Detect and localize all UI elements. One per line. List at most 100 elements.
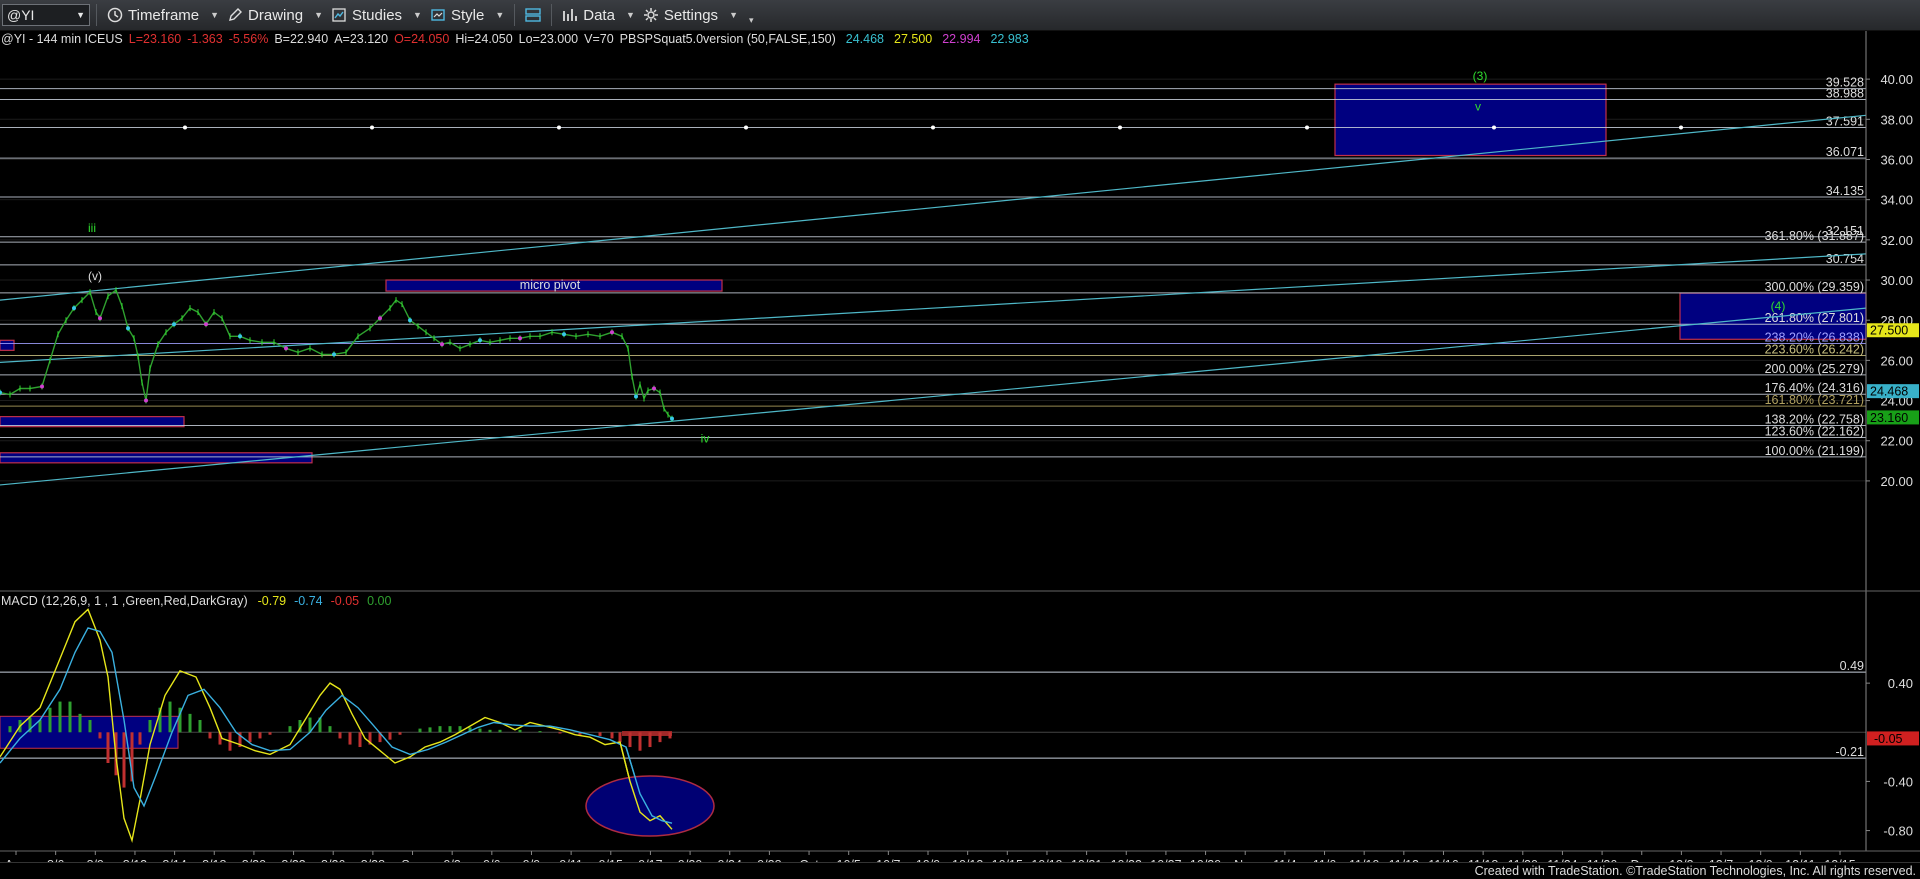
study-value-2: 27.500: [894, 32, 932, 46]
drawing-label: Drawing: [248, 6, 304, 24]
settings-menu[interactable]: Settings ▼ ▾: [639, 5, 758, 26]
macd-level-label: -0.21: [1836, 745, 1865, 759]
symbol-input[interactable]: @YI ▼: [2, 4, 90, 26]
hist-value: -0.05: [331, 594, 360, 608]
fib-label: 36.071: [1826, 145, 1864, 159]
price-tag-label: 24.468: [1870, 385, 1908, 399]
wave-label: (v): [88, 269, 102, 283]
price-tag-label: 23.160: [1870, 411, 1908, 425]
price-marker: [204, 322, 208, 327]
caret-down-icon: ▼: [210, 10, 220, 20]
fib-label: 123.60% (22.162): [1765, 424, 1864, 438]
caret-down-icon: ▼: [729, 10, 738, 20]
chart-area[interactable]: 39.52838.98837.59136.07134.13532.151361.…: [0, 31, 1920, 879]
volume: V=70: [584, 32, 614, 46]
y-tick-label: 40.00: [1880, 72, 1913, 87]
gear-icon: [643, 8, 658, 22]
open: O=24.050: [394, 32, 449, 46]
wave-label: (3): [1473, 69, 1488, 83]
study-value-4: 22.983: [990, 32, 1028, 46]
wave-label: iii: [88, 221, 96, 235]
ask: A=23.120: [334, 32, 388, 46]
study-value-1: 24.468: [846, 32, 884, 46]
caret-down-icon: ▼: [495, 10, 505, 20]
net-change: -1.363: [187, 32, 222, 46]
fib-label: 223.60% (26.242): [1765, 343, 1864, 357]
fib-label: 100.00% (21.199): [1765, 444, 1864, 458]
fib-label: 200.00% (25.279): [1765, 362, 1864, 376]
fib-label: 361.80% (31.887): [1765, 229, 1864, 243]
price-marker: [518, 336, 522, 341]
support-box-2: [0, 452, 313, 464]
toolbar-divider: [96, 4, 97, 26]
dot-marker: [557, 125, 561, 130]
data-menu[interactable]: Data ▼: [558, 7, 639, 24]
more-caret-icon: ▾: [748, 14, 754, 25]
layout-button[interactable]: [521, 7, 545, 23]
macd-legend: MACD (12,26,9, 1 , 1 ,Green,Red,DarkGray…: [1, 594, 392, 608]
macd-y-tick-label: -0.40: [1883, 774, 1913, 789]
bid: B=22.940: [274, 32, 328, 46]
studies-menu[interactable]: Studies ▼: [327, 7, 426, 24]
price-marker: [238, 334, 242, 339]
study-name: PBSPSquat5.0version (50,FALSE,150): [620, 32, 836, 46]
price-marker: [284, 346, 288, 351]
y-tick-label: 38.00: [1880, 112, 1913, 127]
pct-change: -5.56%: [229, 32, 269, 46]
timeframe-menu[interactable]: Timeframe ▼: [103, 7, 223, 24]
y-tick-label: 30.00: [1880, 273, 1913, 288]
caret-down-icon: ▼: [314, 10, 323, 20]
price-marker: [332, 352, 336, 357]
svg-text:MACD (12,26,9, 1 , 1 ,Green,Re: MACD (12,26,9, 1 , 1 ,Green,Red,DarkGray…: [1, 594, 392, 608]
high: Hi=24.050: [455, 32, 512, 46]
low: Lo=23.000: [519, 32, 578, 46]
study-value-3: 22.994: [942, 32, 980, 46]
macd-y-tick-label: -0.80: [1883, 824, 1913, 839]
price-marker: [478, 338, 482, 343]
macd-y-tick-label: 0.40: [1888, 676, 1913, 691]
price-marker: [610, 330, 614, 335]
wave-label: (4): [1771, 299, 1786, 313]
caret-down-icon: ▼: [413, 10, 422, 20]
fib-label: 161.80% (23.721): [1765, 393, 1864, 407]
signal-value: -0.74: [294, 594, 323, 608]
dot-marker: [1118, 125, 1122, 130]
fib-label: 38.988: [1826, 86, 1864, 100]
dot-marker: [744, 125, 748, 130]
dot-marker: [1492, 125, 1496, 130]
dot-marker: [1679, 125, 1683, 130]
zero-value: 0.00: [367, 594, 391, 608]
price-marker: [670, 416, 674, 421]
price-tag-label: 27.500: [1870, 324, 1908, 338]
footer-credit: Created with TradeStation. ©TradeStation…: [1474, 864, 1916, 878]
price-marker: [408, 318, 412, 323]
data-label: Data: [583, 6, 615, 24]
y-tick-label: 34.00: [1880, 193, 1913, 208]
macd-title: MACD (12,26,9, 1 , 1 ,Green,Red,DarkGray…: [1, 594, 248, 608]
style-menu[interactable]: Style ▼: [426, 7, 508, 24]
drawing-menu[interactable]: Drawing ▼: [223, 7, 327, 24]
price-marker: [378, 316, 382, 321]
layout-icon: [525, 8, 541, 22]
settings-label: Settings: [663, 6, 719, 24]
wave-label: micro pivot: [520, 278, 581, 292]
pencil-icon: [229, 8, 243, 21]
price-marker: [172, 322, 176, 327]
clock-icon: [107, 7, 123, 23]
bar-chart-icon: [563, 9, 578, 21]
fib-label: 300.00% (29.359): [1765, 280, 1864, 294]
divergence-ellipse: [585, 775, 715, 837]
timeframe-label: Timeframe: [128, 6, 200, 24]
price-marker: [562, 332, 566, 337]
y-tick-label: 36.00: [1880, 152, 1913, 167]
toolbar-divider: [551, 4, 553, 26]
symbol-value: @YI: [7, 7, 35, 23]
symbol-info: @YI - 144 min ICEUS: [1, 32, 123, 46]
toolbar-divider: [514, 4, 516, 26]
studies-label: Studies: [352, 6, 403, 24]
y-tick-label: 32.00: [1880, 233, 1913, 248]
toolbar: @YI ▼ Timeframe ▼ Drawing ▼ Studies ▼ St…: [0, 0, 1920, 31]
price-marker: [634, 394, 638, 399]
y-tick-label: 22.00: [1880, 434, 1913, 449]
price-marker: [126, 326, 130, 331]
